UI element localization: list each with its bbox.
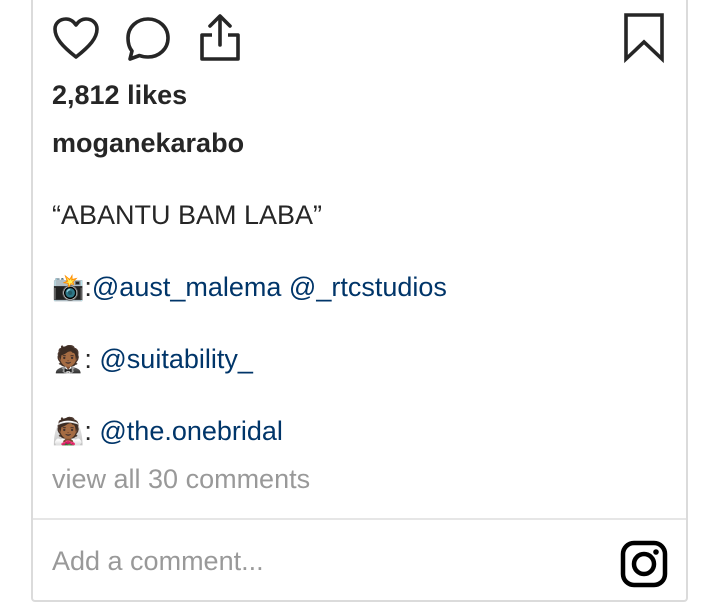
credit-separator: : — [84, 344, 100, 374]
mention-link[interactable]: @suitability_ — [99, 344, 252, 375]
groom-emoji: 🤵🏾 — [52, 344, 85, 375]
heart-icon[interactable] — [52, 16, 100, 60]
credit-separator: : — [84, 272, 92, 302]
instagram-camera-icon[interactable] — [620, 540, 668, 588]
camera-flash-emoji: 📸 — [52, 272, 85, 303]
add-comment-input[interactable] — [52, 546, 592, 577]
comment-bubble-icon[interactable] — [124, 16, 172, 62]
view-all-comments-link[interactable]: view all 30 comments — [52, 464, 310, 495]
divider — [33, 518, 686, 520]
likes-count[interactable]: 2,812 likes — [52, 80, 187, 111]
mention-link[interactable]: @aust_malema — [92, 272, 282, 303]
caption-credit-bride: 👰🏾 : @the.onebridal — [52, 416, 283, 447]
post-username[interactable]: moganekarabo — [52, 128, 244, 159]
bride-emoji: 👰🏾 — [52, 416, 85, 447]
mention-link[interactable]: @the.onebridal — [99, 416, 283, 447]
caption-title: “ABANTU BAM LABA” — [52, 200, 322, 231]
mention-link[interactable]: @_rtcstudios — [289, 272, 447, 303]
caption-credit-photo: 📸 : @aust_malema @_rtcstudios — [52, 272, 447, 303]
caption-credit-groom: 🤵🏾 : @suitability_ — [52, 344, 253, 375]
credit-separator: : — [84, 416, 100, 446]
caption-title-text: “ABANTU BAM LABA” — [52, 200, 323, 230]
bookmark-icon[interactable] — [622, 12, 666, 64]
share-upload-icon[interactable] — [196, 13, 244, 63]
